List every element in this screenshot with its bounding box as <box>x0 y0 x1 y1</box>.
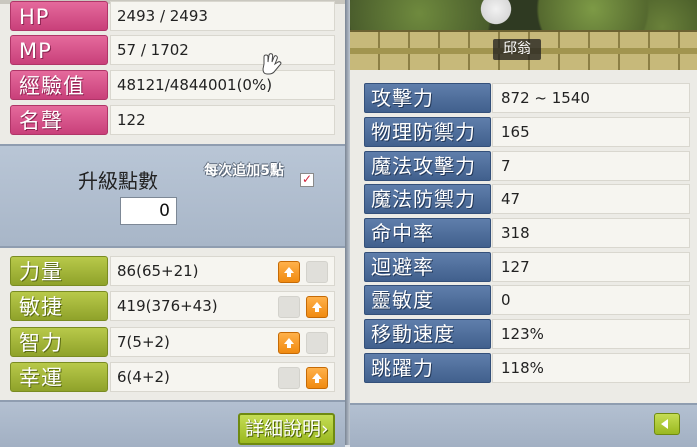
accuracy-label: 命中率 <box>364 218 491 248</box>
exp-row: 經驗值 48121/4844001(0%) <box>10 69 335 101</box>
fame-row: 名聲 122 <box>10 104 335 136</box>
luk-up-arrow-icon[interactable] <box>306 367 328 389</box>
exp-value: 48121/4844001(0%) <box>110 70 335 100</box>
stat-row-luk: 幸運 6(4+2) <box>10 361 335 393</box>
ability-points-band <box>0 144 345 248</box>
str-slot-inactive <box>306 261 328 283</box>
npc-sprite <box>475 0 517 30</box>
avoid-value: 127 <box>492 252 690 282</box>
dex-up-arrow-icon[interactable] <box>306 296 328 318</box>
hands-value: 0 <box>492 285 690 315</box>
hp-label: HP <box>10 1 108 31</box>
speed-label: 移動速度 <box>364 319 491 349</box>
luk-label: 幸運 <box>10 362 108 392</box>
fame-value: 122 <box>110 105 335 135</box>
magic-atk-value: 7 <box>492 151 690 181</box>
luk-slot-inactive <box>278 367 300 389</box>
mp-row: MP 57 / 1702 <box>10 34 335 66</box>
detail-button[interactable]: 詳細說明› <box>238 413 335 445</box>
stat-row-str: 力量 86(65+21) <box>10 255 335 287</box>
npc-name-tag: 邱翁 <box>493 39 541 60</box>
exp-label: 經驗值 <box>10 70 108 100</box>
int-slot-inactive <box>306 332 328 354</box>
speed-value: 123% <box>492 319 690 349</box>
fame-label: 名聲 <box>10 105 108 135</box>
magic-atk-label: 魔法攻擊力 <box>364 151 491 181</box>
detail-row-jump: 跳躍力 118% <box>364 352 690 384</box>
detail-row-attack: 攻擊力 872 ~ 1540 <box>364 82 690 114</box>
ability-points-value: 0 <box>120 197 177 225</box>
npc-scene: 邱翁 <box>350 0 697 70</box>
detail-row-avoid: 迴避率 127 <box>364 251 690 283</box>
mp-value: 57 / 1702 <box>110 35 335 65</box>
str-label: 力量 <box>10 256 108 286</box>
avoid-label: 迴避率 <box>364 252 491 282</box>
phys-def-value: 165 <box>492 117 690 147</box>
detail-row-magic-atk: 魔法攻擊力 7 <box>364 150 690 182</box>
int-value: 7(5+2) <box>110 327 335 357</box>
int-label: 智力 <box>10 327 108 357</box>
mp-label: MP <box>10 35 108 65</box>
jump-value: 118% <box>492 353 690 383</box>
str-value: 86(65+21) <box>110 256 335 286</box>
auto-assign-label: 每次追加5點 <box>204 163 284 179</box>
str-up-arrow-icon[interactable] <box>278 261 300 283</box>
jump-label: 跳躍力 <box>364 353 491 383</box>
detail-row-hands: 靈敏度 0 <box>364 284 690 316</box>
dex-value: 419(376+43) <box>110 291 335 321</box>
stat-row-dex: 敏捷 419(376+43) <box>10 290 335 322</box>
luk-value: 6(4+2) <box>110 362 335 392</box>
detail-stats-panel: 攻擊力 872 ~ 1540 物理防禦力 165 魔法攻擊力 7 魔法防禦力 4… <box>350 70 697 403</box>
hand-cursor-icon <box>262 53 282 75</box>
hp-row: HP 2493 / 2493 <box>10 0 335 32</box>
stat-row-int: 智力 7(5+2) <box>10 326 335 358</box>
detail-row-speed: 移動速度 123% <box>364 318 690 350</box>
attack-value: 872 ~ 1540 <box>492 83 690 113</box>
magic-def-label: 魔法防禦力 <box>364 184 491 214</box>
int-up-arrow-icon[interactable] <box>278 332 300 354</box>
right-bottom-band <box>350 403 697 447</box>
ability-points-label: 升級點數 <box>78 169 158 193</box>
hp-value: 2493 / 2493 <box>110 1 335 31</box>
dex-slot-inactive <box>278 296 300 318</box>
accuracy-value: 318 <box>492 218 690 248</box>
phys-def-label: 物理防禦力 <box>364 117 491 147</box>
detail-row-magic-def: 魔法防禦力 47 <box>364 183 690 215</box>
auto-assign-checkbox[interactable]: ✓ <box>300 173 314 187</box>
character-stats-panel: HP 2493 / 2493 MP 57 / 1702 經驗值 48121/48… <box>0 0 345 447</box>
hands-label: 靈敏度 <box>364 285 491 315</box>
detail-row-phys-def: 物理防禦力 165 <box>364 116 690 148</box>
magic-def-value: 47 <box>492 184 690 214</box>
back-arrow-icon[interactable] <box>654 413 680 435</box>
detail-row-accuracy: 命中率 318 <box>364 217 690 249</box>
attack-label: 攻擊力 <box>364 83 491 113</box>
dex-label: 敏捷 <box>10 291 108 321</box>
